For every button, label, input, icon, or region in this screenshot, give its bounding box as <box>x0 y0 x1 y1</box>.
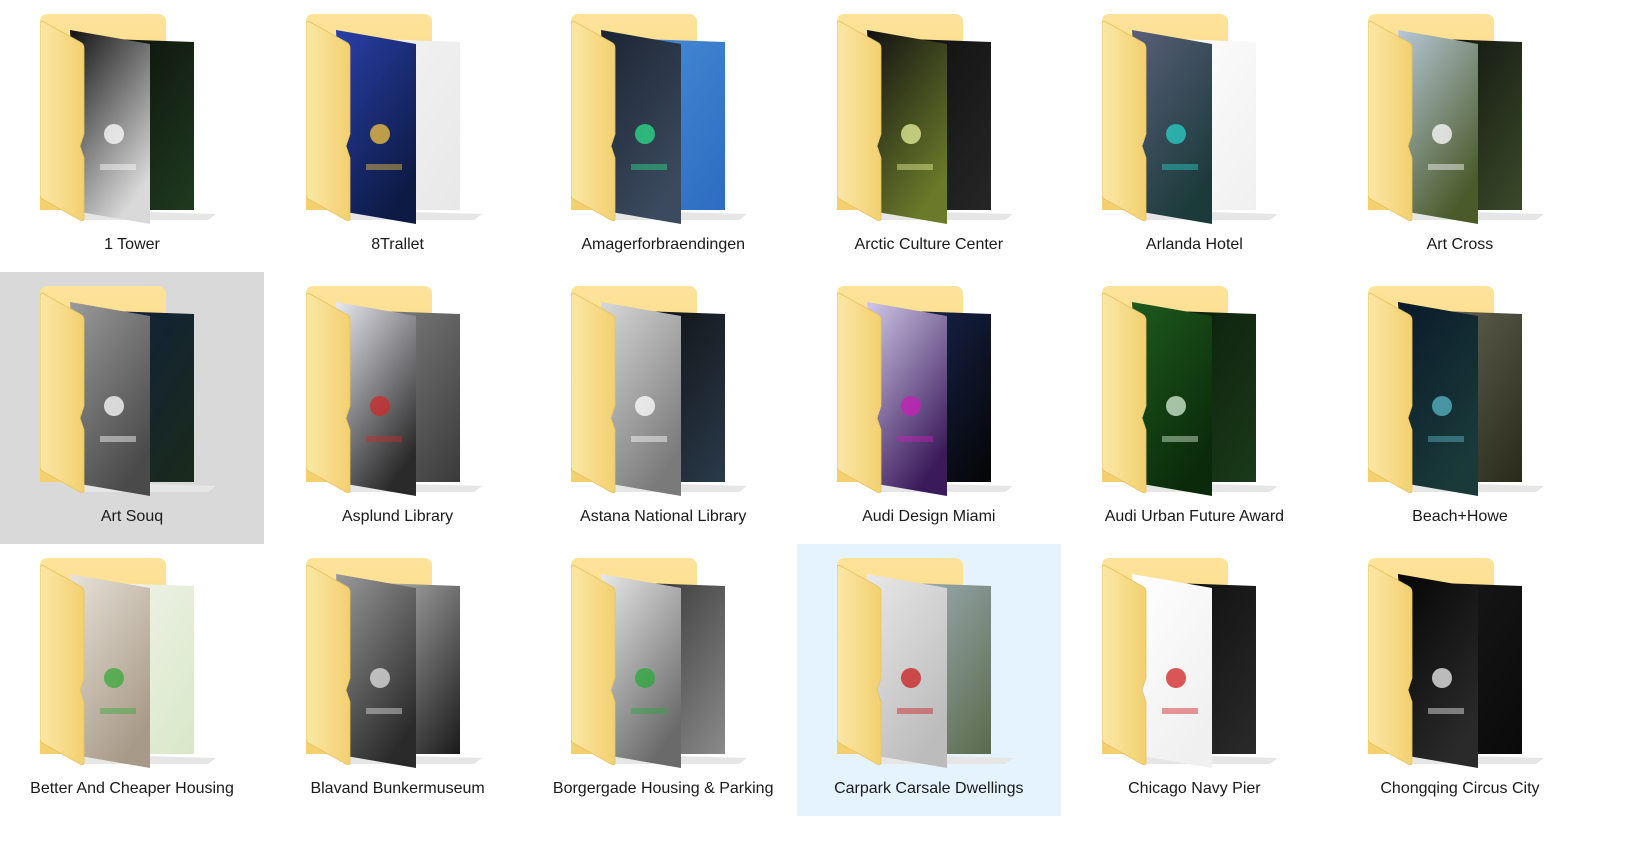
folder-icon <box>1367 14 1552 234</box>
folder-item-9[interactable]: Audi Design Miami <box>797 272 1061 544</box>
folder-label: Carpark Carsale Dwellings <box>834 780 1024 797</box>
folder-label: Borgergade Housing & Parking <box>552 780 774 797</box>
folder-icon <box>1102 286 1286 506</box>
folder-label: 1 Tower <box>104 236 160 253</box>
folder-label: Blavand Bunkermuseum <box>310 780 485 797</box>
folder-icon <box>1367 558 1552 778</box>
folder-item-8[interactable]: Astana National Library <box>531 272 795 544</box>
folder-icon <box>1102 14 1286 234</box>
folder-label: Better And Cheaper Housing <box>30 780 234 797</box>
folder-item-3[interactable]: Arctic Culture Center <box>797 0 1061 272</box>
folder-icon <box>305 286 490 506</box>
folder-icon <box>40 286 224 506</box>
folder-item-15[interactable]: Carpark Carsale Dwellings <box>796 544 1061 816</box>
folder-item-4[interactable]: Arlanda Hotel <box>1062 0 1326 272</box>
folder-icon <box>1367 286 1552 506</box>
folder-item-13[interactable]: Blavand Bunkermuseum <box>266 544 530 816</box>
folder-item-16[interactable]: Chicago Navy Pier <box>1062 544 1326 816</box>
folder-label: Audi Design Miami <box>862 508 996 525</box>
folder-item-7[interactable]: Asplund Library <box>266 272 530 544</box>
folder-icon <box>571 14 755 234</box>
folder-icon <box>571 558 755 778</box>
folder-item-1[interactable]: 8Trallet <box>266 0 530 272</box>
folder-icon <box>305 558 490 778</box>
folder-icon <box>836 14 1021 234</box>
folder-item-12[interactable]: Better And Cheaper Housing <box>0 544 264 816</box>
folder-label: Art Souq <box>100 508 164 525</box>
folder-label: Arlanda Hotel <box>1145 236 1243 253</box>
folder-item-2[interactable]: Amagerforbraendingen <box>531 0 795 272</box>
file-explorer-grid: 1 Tower 8Trallet Amagerforbraendingen Ar… <box>0 0 1640 852</box>
folder-item-0[interactable]: 1 Tower <box>0 0 264 272</box>
folder-item-17[interactable]: Chongqing Circus City <box>1328 544 1592 816</box>
folder-icon <box>40 14 224 234</box>
folder-item-5[interactable]: Art Cross <box>1328 0 1592 272</box>
folder-icon <box>836 558 1021 778</box>
folder-item-14[interactable]: Borgergade Housing & Parking <box>531 544 795 816</box>
folder-icon <box>1102 558 1286 778</box>
folder-icon <box>571 286 755 506</box>
folder-icon <box>305 14 490 234</box>
folder-label: Arctic Culture Center <box>854 236 1004 253</box>
folder-label: 8Trallet <box>371 236 424 253</box>
folder-icon <box>836 286 1021 506</box>
folder-label: Art Cross <box>1426 236 1494 253</box>
folder-icon <box>40 558 224 778</box>
folder-label: Asplund Library <box>342 508 454 525</box>
folder-label: Audi Urban Future Award <box>1104 508 1285 525</box>
folder-label: Beach+Howe <box>1412 508 1508 525</box>
folder-item-6[interactable]: Art Souq <box>0 272 264 544</box>
folder-label: Chongqing Circus City <box>1380 780 1540 797</box>
folder-item-11[interactable]: Beach+Howe <box>1328 272 1592 544</box>
folder-label: Astana National Library <box>580 508 747 525</box>
folder-item-10[interactable]: Audi Urban Future Award <box>1062 272 1326 544</box>
folder-label: Chicago Navy Pier <box>1128 780 1261 797</box>
folder-label: Amagerforbraendingen <box>581 236 746 253</box>
